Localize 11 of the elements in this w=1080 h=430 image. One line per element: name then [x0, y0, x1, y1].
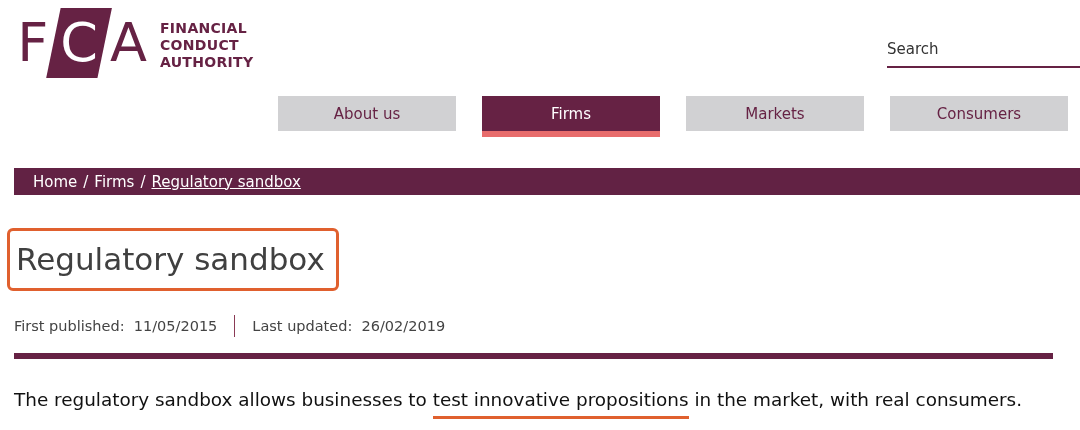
- meta-text: First published: 11/05/2015: [14, 318, 218, 334]
- logo-name: FINANCIAL CONDUCT AUTHORITY: [160, 19, 254, 71]
- breadcrumb-separator: /: [140, 172, 146, 191]
- breadcrumb-link[interactable]: Firms: [94, 172, 135, 191]
- page-title: Regulatory sandbox: [7, 228, 339, 291]
- meta-text: Last updated: 26/02/2019: [252, 318, 446, 334]
- intro-paragraph: The regulatory sandbox allows businesses to test innovative propositions in the market, with real consumers.: [14, 389, 1023, 420]
- breadcrumb-link[interactable]: Regulatory sandbox: [151, 172, 301, 191]
- breadcrumb-link[interactable]: Home: [33, 172, 78, 191]
- breadcrumb-separator: /: [83, 172, 89, 191]
- nav-tab[interactable]: Firms: [482, 96, 660, 137]
